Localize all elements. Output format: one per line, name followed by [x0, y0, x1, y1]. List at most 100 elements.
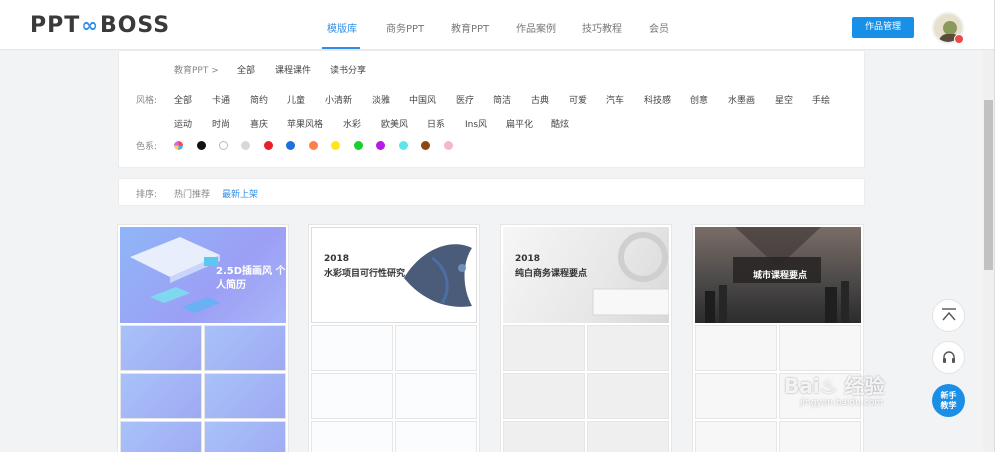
color-swatch-cyan[interactable]: [399, 141, 408, 150]
slide-thumbnail: [395, 325, 477, 371]
style-option[interactable]: 淡雅: [372, 93, 390, 106]
template-title: 水彩项目可行性研究: [324, 269, 406, 279]
breadcrumb-item-courseware[interactable]: 课程课件: [275, 63, 311, 76]
template-card[interactable]: 2018 纯白商务课程要点: [500, 224, 672, 452]
style-option[interactable]: 酷炫: [551, 117, 569, 130]
style-option[interactable]: 欧美风: [381, 117, 408, 130]
headset-icon: [942, 351, 955, 363]
color-swatch-pink[interactable]: [444, 141, 453, 150]
slide-thumbnail: [779, 325, 861, 371]
template-cover[interactable]: 2018 纯白商务课程要点: [503, 227, 669, 323]
slide-thumbnail: [311, 373, 393, 419]
page-scrollbar[interactable]: [983, 50, 994, 452]
style-option[interactable]: 汽车: [606, 93, 624, 106]
baidu-jingyan-watermark: Bai♨ 经验: [784, 374, 885, 398]
customer-service-button[interactable]: [932, 341, 965, 374]
color-swatch-orange[interactable]: [309, 141, 318, 150]
slide-thumbnail: [120, 421, 202, 452]
slide-thumbnail: [695, 421, 777, 452]
color-swatch-red[interactable]: [264, 141, 273, 150]
template-card[interactable]: 2.5D插画风 个人简历: [117, 224, 289, 452]
color-swatch-brown[interactable]: [421, 141, 430, 150]
template-card[interactable]: 城市课程要点: [692, 224, 864, 452]
color-swatch-white[interactable]: [219, 141, 228, 150]
slide-thumbnail: [503, 421, 585, 452]
color-swatch-blue[interactable]: [286, 141, 295, 150]
style-option[interactable]: 水彩: [343, 117, 361, 130]
slide-thumbnail: [587, 325, 669, 371]
style-option[interactable]: 星空: [775, 93, 793, 106]
color-swatch-yellow[interactable]: [331, 141, 340, 150]
newbie-tutorial-button[interactable]: 新手 教学: [932, 384, 965, 417]
style-option[interactable]: 卡通: [212, 93, 230, 106]
color-swatch-gray[interactable]: [241, 141, 250, 150]
filter-panel: 教育PPT > 全部 课程课件 读书分享 风格: 全部 卡通 简约 儿童 小清新…: [118, 50, 865, 168]
style-option[interactable]: 运动: [174, 117, 192, 130]
sort-option-popular[interactable]: 热门推荐: [174, 187, 210, 200]
works-management-button[interactable]: 作品管理: [852, 17, 914, 38]
style-option[interactable]: 全部: [174, 93, 192, 106]
slide-thumbnail: [503, 373, 585, 419]
template-cover[interactable]: 2018 水彩项目可行性研究: [311, 227, 477, 323]
scrollbar-thumb[interactable]: [984, 100, 993, 270]
nav-tutorials[interactable]: 技巧教程: [582, 20, 622, 35]
style-option[interactable]: 中国风: [409, 93, 436, 106]
slide-thumbnail: [120, 325, 202, 371]
template-year: 2018: [515, 254, 541, 264]
style-option[interactable]: 小清新: [325, 93, 352, 106]
style-option[interactable]: 儿童: [287, 93, 305, 106]
sort-bar: 排序: 热门推荐 最新上架: [118, 178, 865, 206]
nav-education-ppt[interactable]: 教育PPT: [451, 20, 489, 35]
template-card[interactable]: 2018 水彩项目可行性研究: [308, 224, 480, 452]
color-swatch-multicolor[interactable]: [174, 141, 183, 150]
slide-thumbnail: [587, 373, 669, 419]
style-option[interactable]: Ins风: [465, 117, 487, 130]
slide-thumbnail: [587, 421, 669, 452]
slide-thumbnail: [204, 325, 286, 371]
color-swatch-purple[interactable]: [376, 141, 385, 150]
window-edge: [994, 0, 1000, 452]
nav-membership[interactable]: 会员: [649, 20, 669, 35]
style-option[interactable]: 医疗: [456, 93, 474, 106]
breadcrumb-item-reading[interactable]: 读书分享: [330, 63, 366, 76]
slide-thumbnail: [779, 421, 861, 452]
color-swatch-green[interactable]: [354, 141, 363, 150]
top-navigation-bar: PPT∞BOSS 模版库 商务PPT 教育PPT 作品案例 技巧教程 会员 作品…: [0, 0, 1000, 50]
breadcrumb-root[interactable]: 教育PPT >: [174, 63, 219, 76]
sort-option-newest[interactable]: 最新上架: [222, 187, 258, 200]
avatar-face: [943, 21, 957, 35]
template-year: 2018: [324, 254, 350, 264]
avatar-badge-icon: [954, 34, 964, 44]
slide-thumbnail: [695, 325, 777, 371]
style-option[interactable]: 简约: [250, 93, 268, 106]
template-cover[interactable]: 城市课程要点: [695, 227, 861, 323]
style-option[interactable]: 科技感: [644, 93, 671, 106]
style-option[interactable]: 简洁: [493, 93, 511, 106]
style-option[interactable]: 日系: [427, 117, 445, 130]
style-option[interactable]: 扁平化: [506, 117, 533, 130]
back-to-top-icon: [941, 308, 956, 321]
slide-thumbnail: [311, 325, 393, 371]
style-option[interactable]: 手绘: [812, 93, 830, 106]
back-to-top-button[interactable]: [932, 299, 965, 332]
nav-template-library[interactable]: 模版库: [327, 20, 357, 35]
slide-thumbnail: [503, 325, 585, 371]
style-option[interactable]: 水墨画: [728, 93, 755, 106]
main-nav: 模版库 商务PPT 教育PPT 作品案例 技巧教程 会员: [0, 20, 1000, 49]
slide-thumbnail: [395, 373, 477, 419]
color-swatch-black[interactable]: [197, 141, 206, 150]
template-cover[interactable]: 2.5D插画风 个人简历: [120, 227, 286, 323]
style-option[interactable]: 苹果风格: [287, 117, 323, 130]
style-option[interactable]: 喜庆: [250, 117, 268, 130]
nav-business-ppt[interactable]: 商务PPT: [386, 20, 424, 35]
nav-showcase[interactable]: 作品案例: [516, 20, 556, 35]
slide-thumbnail: [204, 421, 286, 452]
template-title: 纯白商务课程要点: [515, 269, 588, 279]
watermark-url: jingyan.baidu.com: [800, 398, 884, 408]
style-option[interactable]: 时尚: [212, 117, 230, 130]
breadcrumb-item-all[interactable]: 全部: [237, 63, 255, 76]
style-option[interactable]: 可爱: [569, 93, 587, 106]
style-option[interactable]: 古典: [531, 93, 549, 106]
style-option[interactable]: 创意: [690, 93, 708, 106]
color-filter-label: 色系:: [136, 142, 158, 152]
